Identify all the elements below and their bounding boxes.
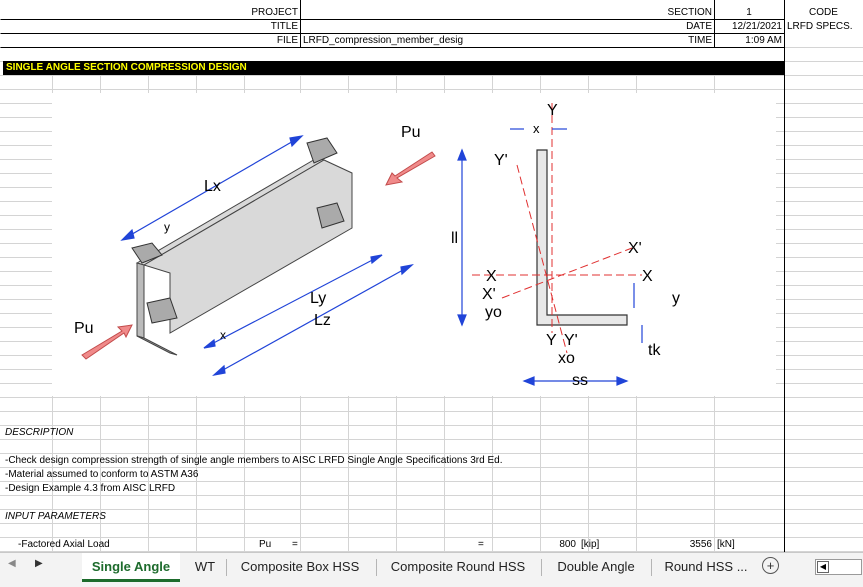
label-ly: Ly [310, 290, 326, 307]
code-label: CODE [809, 7, 838, 18]
section-ss: ss [572, 372, 588, 389]
section-x-top: x [533, 121, 540, 136]
section-y-prime-bottom: Y' [564, 332, 578, 349]
file-value[interactable]: LRFD_compression_member_desig [303, 35, 463, 47]
description-line-3: -Design Example 4.3 from AISC LRFD [5, 483, 176, 494]
time-label: TIME [688, 35, 712, 46]
inputs-heading: INPUT PARAMETERS [5, 511, 106, 522]
date-value[interactable]: 12/21/2021 [716, 21, 782, 33]
date-label: DATE [686, 21, 712, 32]
label-lx: Lx [204, 178, 221, 195]
scroll-right-icon[interactable]: ▶ [35, 558, 43, 569]
code-value[interactable]: LRFD SPECS. [787, 21, 853, 33]
file-label: FILE [276, 35, 298, 46]
section-x-prime-right: X' [628, 240, 642, 257]
description-heading: DESCRIPTION [5, 427, 74, 438]
tab-composite-round-hss[interactable]: Composite Round HSS [383, 553, 533, 581]
spreadsheet-grid[interactable]: PROJECT TITLE FILE LRFD_compression_memb… [0, 0, 863, 552]
section-label: SECTION [667, 7, 712, 18]
title-label: TITLE [270, 21, 298, 32]
section-xo: xo [558, 350, 575, 367]
section-y-top: Y [547, 102, 558, 119]
horizontal-scrollbar[interactable]: ◀ [815, 559, 862, 575]
input-unit-pu: [kip] [581, 539, 600, 550]
section-y-bottom: Y [546, 332, 557, 349]
section-x-prime-left: X' [482, 286, 496, 303]
project-label: PROJECT [251, 7, 298, 18]
section-y-prime-left: Y' [494, 152, 508, 169]
input-eq-2: = [478, 539, 484, 550]
input-label-pu: -Factored Axial Load [18, 539, 110, 550]
section-x-left: X [486, 268, 497, 285]
section-y-right: y [672, 290, 680, 307]
tab-single-angle[interactable]: Single Angle [82, 553, 180, 582]
section-x-right: X [642, 268, 653, 285]
sheet-tabs-bar: ◀ ▶ Single Angle WT Composite Box HSS Co… [0, 552, 863, 587]
input-symbol-pu: Pu [259, 539, 272, 550]
section-value[interactable]: 1 [716, 7, 782, 19]
tab-composite-box-hss[interactable]: Composite Box HSS [231, 553, 369, 581]
description-line-2: -Material assumed to conform to ASTM A36 [5, 469, 199, 480]
input-value-pu[interactable]: 800 [520, 539, 576, 551]
angle-diagram: Pu Pu Lx Ly Lz y x x Y Y' ll X' X X X' y… [52, 93, 776, 396]
add-sheet-icon[interactable]: + [762, 557, 779, 574]
input-value-si: 3556 [689, 539, 712, 550]
input-eq-1: = [292, 539, 298, 550]
scroll-left-icon[interactable]: ◀ [8, 558, 16, 569]
section-yo: yo [485, 304, 502, 321]
tab-double-angle[interactable]: Double Angle [548, 553, 644, 581]
label-y-small: y [164, 220, 170, 234]
label-pu-left: Pu [74, 320, 94, 337]
input-unit-si: [kN] [717, 539, 735, 550]
tab-round-hss[interactable]: Round HSS ... [658, 553, 754, 581]
section-ll: ll [451, 230, 458, 247]
label-x-small: x [220, 328, 226, 342]
label-lz: Lz [314, 312, 331, 329]
scrollbar-left-icon[interactable]: ◀ [817, 561, 829, 573]
time-value[interactable]: 1:09 AM [716, 35, 782, 47]
section-tk: tk [648, 342, 661, 359]
section-banner: SINGLE ANGLE SECTION COMPRESSION DESIGN [3, 61, 784, 75]
tab-wt[interactable]: WT [186, 553, 224, 581]
banner-title: SINGLE ANGLE SECTION COMPRESSION DESIGN [6, 62, 247, 73]
description-line-1: -Check design compression strength of si… [5, 455, 503, 466]
label-pu-right: Pu [401, 124, 421, 141]
